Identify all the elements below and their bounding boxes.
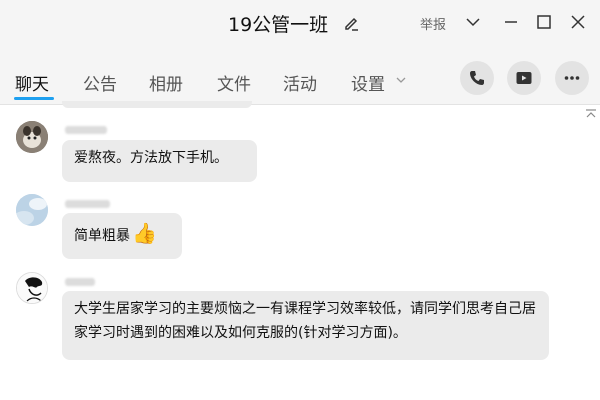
avatar[interactable] [16, 272, 48, 304]
active-tab-indicator [14, 97, 54, 100]
message-text: 爱熬夜。方法放下手机。 [74, 150, 228, 166]
tab-chat[interactable]: 聊天 [15, 70, 49, 95]
report-button[interactable]: 举报 [420, 14, 446, 33]
tab-activities[interactable]: 活动 [283, 70, 317, 95]
thumbs-up-emoji: 👍 [132, 221, 157, 245]
more-button[interactable] [555, 61, 589, 95]
window-title: 19公管一班 [228, 14, 329, 36]
tab-announcements[interactable]: 公告 [83, 70, 117, 95]
phone-icon [470, 71, 484, 85]
avatar-image [16, 194, 48, 226]
message-text: 大学生居家学习的主要烦恼之一有课程学习效率较低，请同学们思考自己居家学习时遇到的… [74, 301, 536, 341]
avatar[interactable] [16, 121, 48, 153]
edit-icon[interactable] [343, 15, 359, 31]
avatar[interactable] [16, 194, 48, 226]
chevron-down-icon[interactable] [464, 13, 482, 31]
more-icon [564, 76, 580, 80]
close-icon[interactable] [569, 13, 587, 31]
collapse-icon[interactable] [585, 108, 597, 120]
message-bubble[interactable]: 简单粗暴 👍 [62, 213, 182, 259]
maximize-icon[interactable] [535, 13, 553, 31]
minimize-icon[interactable] [502, 13, 520, 31]
previous-message-bubble [62, 101, 252, 108]
video-icon [516, 72, 532, 84]
tab-files[interactable]: 文件 [217, 70, 251, 95]
sender-name [65, 126, 107, 134]
tab-album[interactable]: 相册 [149, 70, 183, 95]
sender-name [65, 278, 95, 286]
tab-settings[interactable]: 设置 [351, 70, 385, 95]
message-bubble[interactable]: 大学生居家学习的主要烦恼之一有课程学习效率较低，请同学们思考自己居家学习时遇到的… [62, 291, 549, 360]
message-bubble[interactable]: 爱熬夜。方法放下手机。 [62, 140, 257, 182]
message-text: 简单粗暴 [74, 228, 130, 244]
sender-name [65, 200, 110, 208]
video-call-button[interactable] [507, 61, 541, 95]
settings-chevron-icon[interactable] [396, 76, 406, 84]
avatar-image [16, 121, 48, 153]
voice-call-button[interactable] [460, 61, 494, 95]
